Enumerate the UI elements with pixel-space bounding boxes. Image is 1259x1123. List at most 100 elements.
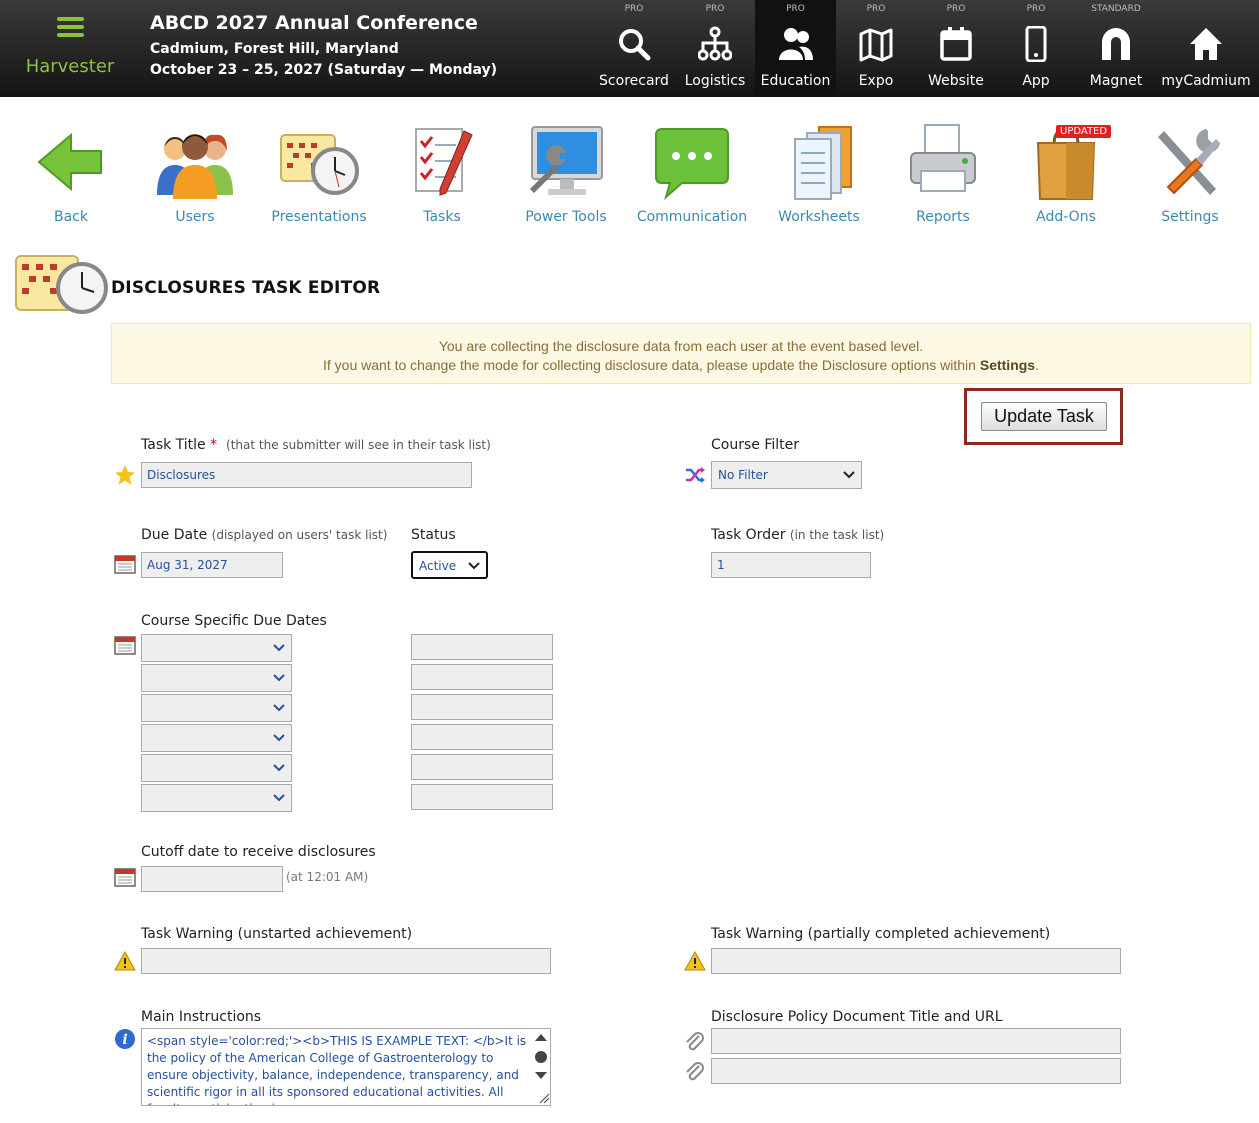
course-due-date-course-select-4[interactable]: [141, 724, 292, 752]
due-date-input[interactable]: [141, 552, 283, 578]
nav-app[interactable]: PRO App: [996, 0, 1076, 97]
tool-label: Power Tools: [525, 209, 607, 225]
cutoff-date-input[interactable]: [141, 866, 283, 892]
settings-link[interactable]: Settings: [980, 357, 1035, 373]
tool-power-tools[interactable]: Power Tools: [511, 118, 621, 230]
nav-tier-label: STANDARD: [1091, 4, 1141, 14]
tool-presentations[interactable]: Presentations: [264, 118, 374, 230]
tool-label: Add-Ons: [1036, 209, 1096, 225]
notice-line-2-text: If you want to change the mode for colle…: [323, 357, 980, 373]
course-due-date-input-2[interactable]: [411, 664, 553, 690]
paperclip-icon: [686, 1062, 704, 1081]
phone-icon: [1025, 26, 1047, 62]
documents-icon: [794, 126, 852, 200]
scrollbar-controls-icon: [535, 1034, 550, 1104]
checklist-icon: [415, 128, 473, 196]
nav-label: myCadmium: [1161, 73, 1251, 89]
course-due-date-input-6[interactable]: [411, 784, 553, 810]
tool-worksheets[interactable]: Worksheets: [764, 118, 874, 230]
star-icon: [115, 465, 135, 485]
course-due-date-input-5[interactable]: [411, 754, 553, 780]
brand[interactable]: Harvester: [0, 0, 140, 97]
policy-doc-title-input[interactable]: [711, 1028, 1121, 1054]
users-icon: [157, 134, 233, 199]
chevron-down-icon: [273, 644, 285, 652]
cutoff-time-hint: (at 12:01 AM): [286, 870, 369, 884]
calendar-icon[interactable]: [114, 634, 136, 656]
tool-settings[interactable]: Settings: [1135, 118, 1245, 230]
home-icon: [1190, 28, 1222, 60]
course-due-date-input-1[interactable]: [411, 634, 553, 660]
tool-communication[interactable]: Communication: [637, 118, 747, 230]
nav-expo[interactable]: PRO Expo: [836, 0, 916, 97]
tool-reports[interactable]: Reports: [888, 118, 998, 230]
people-icon: [778, 28, 813, 60]
course-due-date-course-select-3[interactable]: [141, 694, 292, 722]
tool-label: Worksheets: [778, 209, 860, 225]
task-title-label: Task Title * (that the submitter will se…: [141, 437, 491, 453]
course-due-date-input-3[interactable]: [411, 694, 553, 720]
status-select[interactable]: Active: [411, 551, 488, 579]
course-due-date-course-select-1[interactable]: [141, 634, 292, 662]
due-date-label: Due Date (displayed on users' task list): [141, 527, 388, 543]
warning-partial-input[interactable]: [711, 948, 1121, 974]
task-order-input[interactable]: [711, 552, 871, 578]
nav-label: Education: [760, 73, 831, 89]
course-filter-select[interactable]: No Filter: [711, 461, 862, 489]
conference-title: ABCD 2027 Annual Conference: [150, 12, 478, 34]
tool-label: Users: [175, 209, 215, 225]
chevron-down-icon: [273, 674, 285, 682]
nav-tier-label: PRO: [1026, 4, 1046, 14]
hamburger-menu-icon[interactable]: [57, 17, 84, 37]
course-due-date-course-select-6[interactable]: [141, 784, 292, 812]
magnet-icon: [1102, 28, 1130, 60]
nav-education[interactable]: PRO Education: [755, 0, 836, 97]
course-filter-value: No Filter: [718, 468, 768, 482]
nav-mycadmium[interactable]: myCadmium: [1156, 0, 1256, 97]
top-header: Harvester ABCD 2027 Annual Conference Ca…: [0, 0, 1259, 97]
chevron-down-icon: [273, 734, 285, 742]
tool-users[interactable]: Users: [140, 118, 250, 230]
update-task-highlight: Update Task: [964, 388, 1123, 445]
nav-tier-label: PRO: [946, 4, 966, 14]
course-due-date-course-select-2[interactable]: [141, 664, 292, 692]
update-task-button[interactable]: Update Task: [981, 402, 1107, 431]
calendar-icon[interactable]: [114, 553, 136, 575]
policy-doc-label: Disclosure Policy Document Title and URL: [711, 1009, 1003, 1025]
calendar-icon[interactable]: [114, 866, 136, 888]
chevron-down-icon: [843, 471, 855, 479]
status-value: Active: [419, 559, 457, 573]
network-icon: [698, 26, 732, 61]
course-due-date-course-select-5[interactable]: [141, 754, 292, 782]
nav-tier-label: PRO: [866, 4, 886, 14]
conference-location: Cadmium, Forest Hill, Maryland: [150, 41, 399, 57]
nav-magnet[interactable]: STANDARD Magnet: [1076, 0, 1156, 97]
page-title: DISCLOSURES TASK EDITOR: [111, 278, 381, 298]
course-filter-label: Course Filter: [711, 437, 799, 453]
nav-label: Magnet: [1089, 73, 1143, 89]
nav-label: Logistics: [684, 73, 746, 89]
main-instructions-label: Main Instructions: [141, 1009, 262, 1025]
tool-label: Settings: [1161, 209, 1219, 225]
nav-logistics[interactable]: PRO Logistics: [675, 0, 755, 97]
tool-label: Communication: [636, 209, 748, 225]
calendar-clock-icon: [15, 255, 108, 314]
tool-label: Presentations: [271, 209, 367, 225]
nav-label: Expo: [858, 73, 894, 89]
course-due-date-input-4[interactable]: [411, 724, 553, 750]
nav-website[interactable]: PRO Website: [916, 0, 996, 97]
map-icon: [859, 28, 893, 62]
policy-doc-url-input[interactable]: [711, 1058, 1121, 1084]
nav-scorecard[interactable]: PRO Scorecard: [594, 0, 674, 97]
calendar-clock-icon: [280, 134, 359, 195]
tool-label: Back: [54, 209, 88, 225]
textarea-scrollbar[interactable]: [532, 1029, 550, 1105]
notice-line-1: You are collecting the disclosure data f…: [438, 338, 924, 354]
printer-icon: [910, 124, 976, 192]
warning-icon: [684, 950, 706, 971]
tool-tasks[interactable]: Tasks: [387, 118, 497, 230]
main-instructions-textarea[interactable]: <span style='color:red;'><b>THIS IS EXAM…: [141, 1028, 551, 1106]
warning-unstarted-input[interactable]: [141, 948, 551, 974]
tool-back[interactable]: Back: [16, 118, 126, 230]
task-title-input[interactable]: [141, 462, 472, 488]
